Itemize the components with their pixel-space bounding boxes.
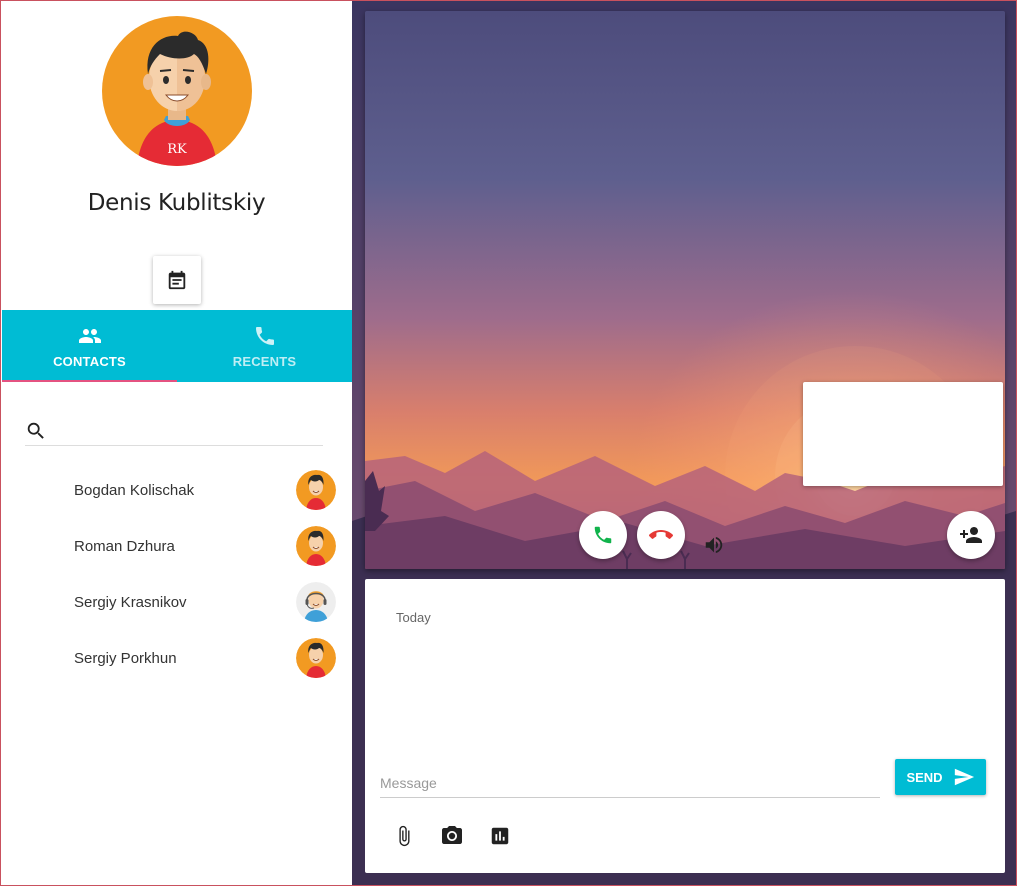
tab-indicator	[2, 380, 177, 382]
camera-icon	[442, 826, 462, 844]
phone-hangup-icon	[649, 530, 673, 539]
user-name: Denis Kublitskiy	[87, 190, 266, 216]
list-item[interactable]: Sergiy Porkhun	[1, 630, 352, 686]
video-view	[365, 11, 1005, 569]
calendar-icon	[168, 270, 186, 290]
send-button[interactable]: SEND	[895, 759, 986, 795]
call-controls	[365, 501, 1005, 569]
add-person-icon	[960, 527, 982, 543]
chat-panel: Today SEND	[365, 579, 1005, 873]
message-input[interactable]	[380, 769, 880, 798]
search-bar	[25, 417, 323, 446]
chart-icon	[491, 827, 509, 845]
contact-avatar	[296, 582, 336, 622]
contact-avatar	[296, 470, 336, 510]
contact-list: Bogdan Kolischak Roman Dzhura Sergiy Kra…	[1, 462, 352, 686]
send-label: SEND	[906, 769, 943, 785]
contact-name: Sergiy Porkhun	[74, 649, 177, 667]
main-panel: Today SEND	[352, 1, 1016, 885]
chart-button[interactable]	[486, 822, 514, 850]
volume-button[interactable]	[698, 529, 730, 561]
list-item[interactable]: Sergiy Krasnikov	[1, 574, 352, 630]
hangup-button[interactable]	[637, 511, 685, 559]
tab-bar: CONTACTS RECENTS	[2, 310, 352, 382]
phone-icon	[255, 326, 274, 345]
accept-call-button[interactable]	[579, 511, 627, 559]
profile-avatar: RK	[102, 16, 252, 166]
people-icon	[78, 328, 101, 343]
search-icon	[27, 422, 44, 439]
contact-avatar	[296, 526, 336, 566]
calendar-button[interactable]	[153, 256, 201, 304]
contact-avatar	[296, 638, 336, 678]
tab-contacts[interactable]: CONTACTS	[2, 310, 177, 382]
sidebar: RK Denis Kublitskiy CONTACTS RECENTS Bog…	[1, 1, 352, 885]
shirt-initials: RK	[167, 142, 187, 157]
tab-recents[interactable]: RECENTS	[177, 310, 352, 382]
volume-icon	[705, 536, 723, 554]
add-participant-button[interactable]	[947, 511, 995, 559]
list-item[interactable]: Roman Dzhura	[1, 518, 352, 574]
send-icon	[954, 768, 974, 786]
phone-accept-icon	[594, 526, 612, 544]
tab-recents-label: RECENTS	[232, 353, 297, 369]
search-input[interactable]	[55, 417, 323, 445]
camera-button[interactable]	[438, 822, 466, 850]
tab-contacts-label: CONTACTS	[53, 353, 126, 369]
date-divider: Today	[396, 610, 431, 625]
self-preview	[803, 382, 1003, 486]
contact-name: Bogdan Kolischak	[74, 481, 195, 499]
list-item[interactable]: Bogdan Kolischak	[1, 462, 352, 518]
attach-button[interactable]	[390, 822, 418, 850]
attach-icon	[399, 825, 410, 847]
contact-name: Roman Dzhura	[74, 537, 175, 555]
contact-name: Sergiy Krasnikov	[74, 593, 187, 611]
